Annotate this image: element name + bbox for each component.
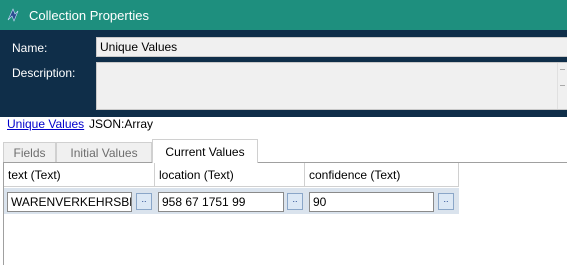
window-title: Collection Properties bbox=[29, 7, 149, 23]
collection-link[interactable]: Unique Values bbox=[7, 117, 84, 131]
confidence-cell-browse-button[interactable]: .. bbox=[438, 193, 454, 210]
scroll-down-tick bbox=[560, 85, 565, 88]
column-header-text: text (Text) bbox=[4, 163, 155, 187]
tab-fields[interactable]: Fields bbox=[3, 142, 56, 163]
text-cell-browse-button[interactable]: .. bbox=[136, 193, 152, 210]
location-cell-browse-button[interactable]: .. bbox=[287, 193, 303, 210]
name-field[interactable] bbox=[96, 37, 567, 57]
name-label: Name: bbox=[12, 41, 48, 55]
description-label: Description: bbox=[12, 66, 76, 80]
properties-panel: Name: Description: bbox=[0, 30, 567, 117]
collection-info: Unique Values JSON:Array bbox=[7, 117, 153, 131]
location-cell-input[interactable]: 958 67 1751 99 bbox=[158, 192, 284, 212]
tab-strip: Fields Initial Values Current Values bbox=[0, 139, 567, 163]
text-cell-input[interactable]: WARENVERKEHRSBES bbox=[7, 192, 132, 212]
values-grid: text (Text) location (Text) confidence (… bbox=[3, 162, 567, 265]
column-header-confidence: confidence (Text) bbox=[305, 163, 459, 187]
app-icon bbox=[6, 8, 20, 22]
collection-type: JSON:Array bbox=[89, 117, 154, 131]
description-scrollbar[interactable] bbox=[557, 63, 567, 109]
table-row: WARENVERKEHRSBES .. 958 67 1751 99 .. 90… bbox=[4, 188, 459, 214]
description-field[interactable] bbox=[96, 62, 567, 110]
title-bar: Collection Properties bbox=[0, 0, 567, 30]
scroll-up-tick bbox=[560, 69, 565, 72]
confidence-cell-input[interactable]: 90 bbox=[309, 192, 434, 212]
column-header-location: location (Text) bbox=[155, 163, 305, 187]
tab-current-values[interactable]: Current Values bbox=[152, 139, 258, 163]
tab-initial-values[interactable]: Initial Values bbox=[56, 142, 152, 163]
